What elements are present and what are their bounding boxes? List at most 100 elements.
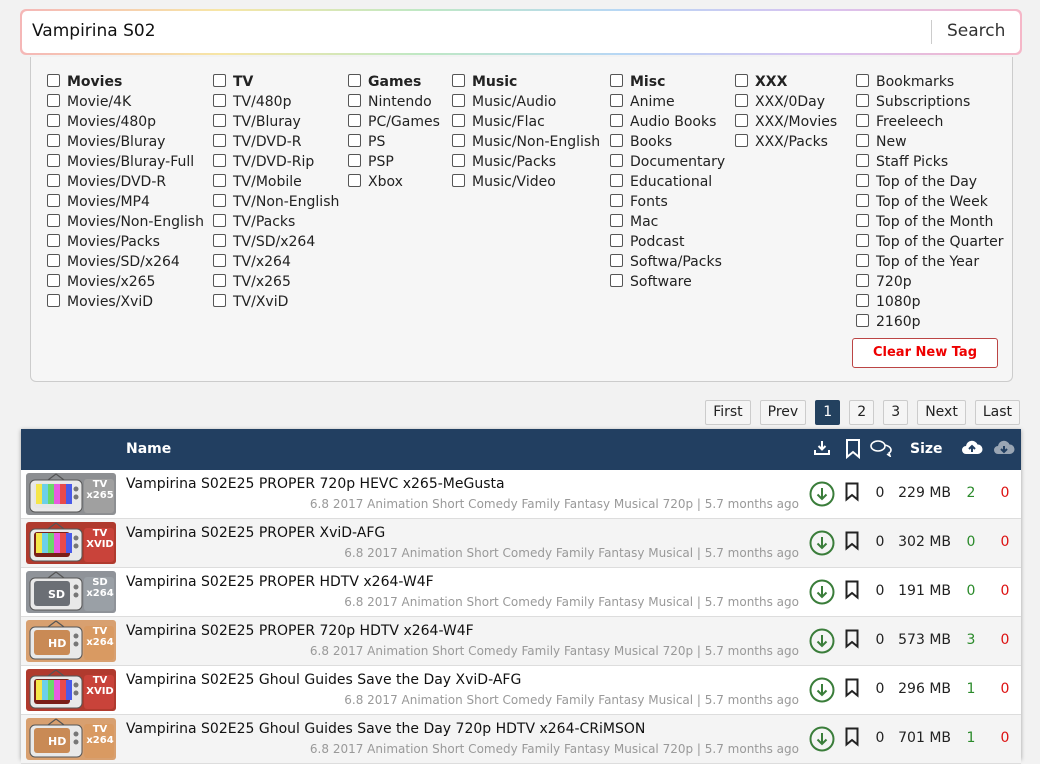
filter-checkbox[interactable] [47,233,60,247]
filter-checkbox[interactable] [856,133,869,147]
filter-option[interactable]: Softwa/Packs [610,252,725,272]
filter-option[interactable]: TV/XviD [213,292,339,312]
filter-option[interactable]: Movie/4K [47,92,204,112]
filter-option[interactable]: XXX/0Day [735,92,837,112]
page-button-next[interactable]: Next [917,400,966,425]
bookmark-icon[interactable] [845,727,859,751]
filter-checkbox[interactable] [610,273,623,287]
filter-category[interactable]: Misc [610,72,725,92]
bookmark-icon[interactable] [845,531,859,555]
filter-option[interactable]: TV/DVD-Rip [213,152,339,172]
filter-checkbox[interactable] [610,113,623,127]
filter-option[interactable]: TV/Mobile [213,172,339,192]
filter-option[interactable]: New [856,132,1004,152]
filter-option[interactable]: TV/Non-English [213,192,339,212]
filter-category[interactable]: XXX [735,72,837,92]
filter-checkbox[interactable] [856,153,869,167]
filter-option[interactable]: Top of the Month [856,212,1004,232]
filter-checkbox[interactable] [213,153,226,167]
filter-checkbox[interactable] [856,113,869,127]
column-header-name[interactable]: Name [126,441,171,457]
filter-option[interactable]: Movies/XviD [47,292,204,312]
filter-option[interactable]: Music/Flac [452,112,600,132]
filter-option[interactable]: TV/x265 [213,272,339,292]
filter-option[interactable]: Movies/MP4 [47,192,204,212]
filter-option[interactable]: TV/SD/x264 [213,232,339,252]
filter-checkbox[interactable] [213,113,226,127]
filter-option[interactable]: PSP [348,152,440,172]
filter-checkbox[interactable] [213,73,226,87]
filter-checkbox[interactable] [213,173,226,187]
filter-option[interactable]: TV/x264 [213,252,339,272]
filter-checkbox[interactable] [213,93,226,107]
filter-checkbox[interactable] [610,73,623,87]
seeders-icon[interactable] [961,439,983,461]
page-button-prev[interactable]: Prev [759,400,807,425]
torrent-name[interactable]: Vampirina S02E25 Ghoul Guides Save the D… [126,721,645,737]
filter-checkbox[interactable] [452,113,465,127]
filter-option[interactable]: Audio Books [610,112,725,132]
torrent-name[interactable]: Vampirina S02E25 Ghoul Guides Save the D… [126,672,521,688]
filter-option[interactable]: 2160p [856,312,1004,332]
filter-option[interactable]: 1080p [856,292,1004,312]
filter-option[interactable]: Top of the Quarter [856,232,1004,252]
bookmark-icon[interactable] [845,629,859,653]
filter-option[interactable]: Mac [610,212,725,232]
download-icon[interactable] [809,628,835,658]
filter-option[interactable]: Software [610,272,725,292]
filter-checkbox[interactable] [47,273,60,287]
category-thumbnail[interactable]: TV x265 [26,473,116,515]
filter-option[interactable]: Documentary [610,152,725,172]
filter-checkbox[interactable] [47,253,60,267]
filter-category[interactable]: Music [452,72,600,92]
category-thumbnail[interactable]: TV XVID [26,522,116,564]
filter-option[interactable]: Movies/Bluray [47,132,204,152]
filter-checkbox[interactable] [856,193,869,207]
bookmark-icon[interactable] [845,439,861,463]
filter-checkbox[interactable] [610,213,623,227]
download-icon[interactable] [809,579,835,609]
filter-checkbox[interactable] [856,313,869,327]
filter-checkbox[interactable] [213,253,226,267]
filter-checkbox[interactable] [610,153,623,167]
filter-category[interactable]: TV [213,72,339,92]
filter-checkbox[interactable] [213,193,226,207]
filter-option[interactable]: Music/Non-English [452,132,600,152]
category-thumbnail[interactable]: HD TV x264 [26,620,116,662]
filter-checkbox[interactable] [452,133,465,147]
filter-option[interactable]: Music/Packs [452,152,600,172]
category-thumbnail[interactable]: TV XVID [26,669,116,711]
filter-checkbox[interactable] [348,133,361,147]
filter-option[interactable]: Educational [610,172,725,192]
filter-option[interactable]: Xbox [348,172,440,192]
filter-checkbox[interactable] [452,173,465,187]
filter-checkbox[interactable] [856,253,869,267]
filter-checkbox[interactable] [452,153,465,167]
column-header-size[interactable]: Size [910,441,943,457]
filter-checkbox[interactable] [856,233,869,247]
filter-checkbox[interactable] [856,93,869,107]
filter-checkbox[interactable] [856,73,869,87]
torrent-name[interactable]: Vampirina S02E25 PROPER XviD-AFG [126,525,385,541]
filter-checkbox[interactable] [610,193,623,207]
filter-option[interactable]: XXX/Movies [735,112,837,132]
filter-option[interactable]: TV/Packs [213,212,339,232]
filter-category[interactable]: Movies [47,72,204,92]
page-button-3[interactable]: 3 [883,400,909,425]
filter-option[interactable]: Podcast [610,232,725,252]
filter-checkbox[interactable] [856,273,869,287]
filter-option[interactable]: Movies/SD/x264 [47,252,204,272]
filter-checkbox[interactable] [47,113,60,127]
filter-checkbox[interactable] [47,153,60,167]
search-button[interactable]: Search [947,21,1005,41]
filter-checkbox[interactable] [452,73,465,87]
filter-option[interactable]: 720p [856,272,1004,292]
filter-option[interactable]: Movies/480p [47,112,204,132]
filter-checkbox[interactable] [735,73,748,87]
page-button-2[interactable]: 2 [849,400,875,425]
filter-checkbox[interactable] [610,173,623,187]
filter-checkbox[interactable] [348,93,361,107]
filter-option[interactable]: TV/480p [213,92,339,112]
filter-checkbox[interactable] [47,293,60,307]
page-button-last[interactable]: Last [974,400,1020,425]
